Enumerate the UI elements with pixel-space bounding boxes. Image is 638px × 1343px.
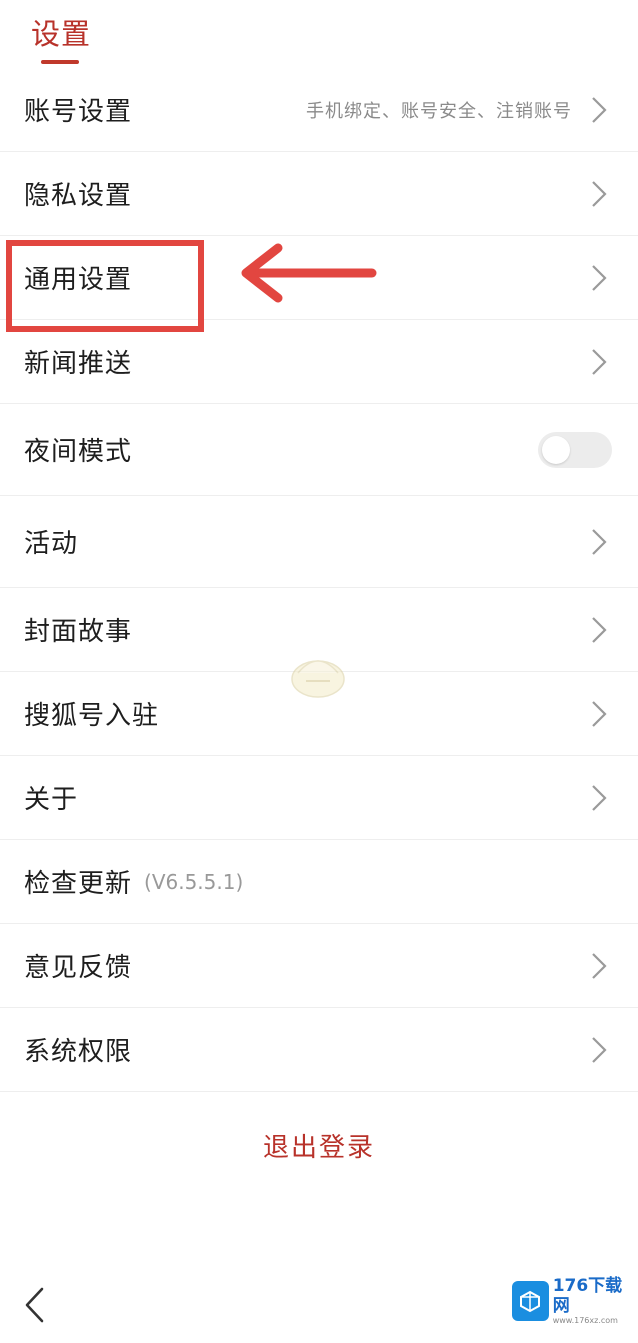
version-text: (V6.5.5.1) — [144, 869, 244, 894]
settings-item-label: 夜间模式 — [24, 437, 133, 467]
chevron-right-icon — [592, 784, 607, 811]
settings-item-label: 检查更新 (V6.5.5.1) — [24, 840, 243, 923]
settings-item-label-text: 检查更新 — [24, 869, 133, 899]
chevron-right-icon — [592, 616, 607, 643]
annotation-highlight-box — [6, 240, 204, 332]
tab-settings[interactable]: 设置 — [31, 14, 91, 54]
settings-item-label: 意见反馈 — [24, 953, 133, 983]
settings-item-label: 搜狐号入驻 — [24, 701, 160, 731]
settings-item-label: 新闻推送 — [24, 349, 133, 379]
mascot-watermark-icon — [291, 660, 345, 698]
settings-item-label: 封面故事 — [24, 617, 133, 647]
chevron-right-icon — [592, 180, 607, 207]
chevron-right-icon — [592, 1036, 607, 1063]
chevron-right-icon — [592, 348, 607, 375]
settings-item-account[interactable]: 账号设置 手机绑定、账号安全、注销账号 — [0, 68, 638, 152]
settings-item-system-permissions[interactable]: 系统权限 — [0, 1008, 638, 1092]
chevron-right-icon — [592, 96, 607, 123]
settings-item-check-update[interactable]: 检查更新 (V6.5.5.1) — [0, 840, 638, 924]
settings-item-label: 关于 — [24, 785, 79, 815]
settings-list: 账号设置 手机绑定、账号安全、注销账号 隐私设置 通用设置 新闻推送 夜间模式 … — [0, 68, 638, 1092]
site-watermark-text: 176下载网 www.176xz.com — [553, 1276, 632, 1326]
settings-item-about[interactable]: 关于 — [0, 756, 638, 840]
chevron-right-icon — [592, 952, 607, 979]
site-watermark: 176下载网 www.176xz.com — [512, 1276, 632, 1325]
settings-item-activity[interactable]: 活动 — [0, 496, 638, 588]
settings-item-label: 活动 — [24, 529, 79, 559]
tab-active-indicator — [41, 60, 79, 64]
night-mode-toggle[interactable] — [538, 431, 612, 468]
site-url: www.176xz.com — [552, 1316, 618, 1325]
site-logo-icon — [512, 1281, 549, 1321]
chevron-right-icon — [592, 700, 607, 727]
toggle-knob — [542, 435, 570, 464]
settings-item-subtitle: 手机绑定、账号安全、注销账号 — [306, 100, 572, 122]
chevron-right-icon — [592, 528, 607, 555]
settings-item-label: 隐私设置 — [24, 181, 133, 211]
settings-item-label: 账号设置 — [24, 97, 133, 127]
site-name: 176下载网 — [552, 1276, 623, 1316]
chevron-right-icon — [592, 264, 607, 291]
settings-item-feedback[interactable]: 意见反馈 — [0, 924, 638, 1008]
header: 设置 — [0, 0, 638, 68]
settings-item-label: 系统权限 — [24, 1037, 133, 1067]
settings-item-night-mode: 夜间模式 — [0, 404, 638, 496]
annotation-arrow-icon — [241, 243, 377, 303]
logout-button[interactable]: 退出登录 — [0, 1128, 638, 1168]
back-arrow-icon[interactable] — [22, 1286, 48, 1324]
settings-item-privacy[interactable]: 隐私设置 — [0, 152, 638, 236]
settings-item-news-push[interactable]: 新闻推送 — [0, 320, 638, 404]
